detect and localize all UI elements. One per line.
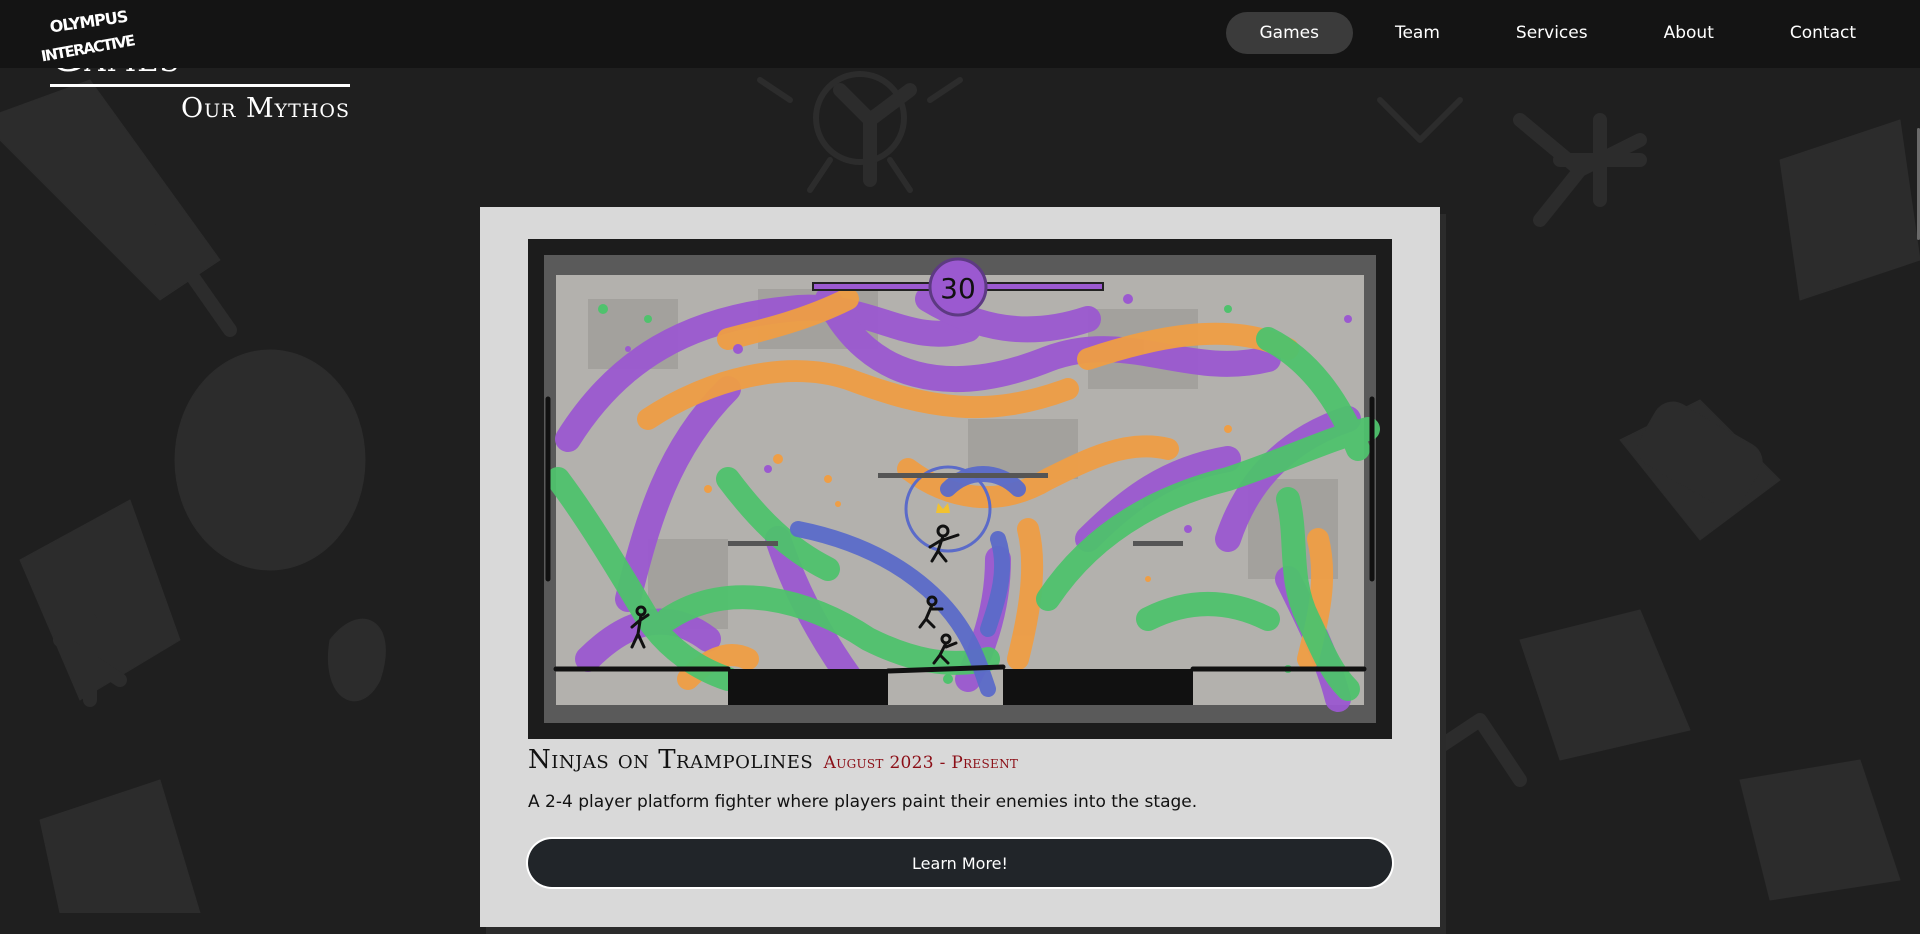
game-date: August 2023 - Present xyxy=(823,753,1019,773)
game-scene: 30 xyxy=(528,239,1392,739)
game-title: Ninjas on Trampolines xyxy=(528,745,814,775)
round-timer: 30 xyxy=(940,272,976,305)
svg-text:OLYMPUS: OLYMPUS xyxy=(49,7,129,37)
nav-contact[interactable]: Contact xyxy=(1756,12,1890,54)
nav-games[interactable]: Games xyxy=(1225,12,1353,54)
olympus-interactive-logo[interactable]: OLYMPUS INTERACTIVE xyxy=(40,5,140,66)
learn-more-button[interactable]: Learn More! xyxy=(528,839,1392,887)
main-nav: Games Team Services About Contact xyxy=(1225,12,1891,54)
game-card: 30 Ninjas on Trampolines August 2023 - P… xyxy=(480,207,1440,927)
nav-about[interactable]: About xyxy=(1630,12,1748,54)
top-navbar: OLYMPUS INTERACTIVE Games Team Services … xyxy=(0,0,1920,68)
logo-wordmark: OLYMPUS INTERACTIVE xyxy=(40,7,137,66)
game-title-row: Ninjas on Trampolines August 2023 - Pres… xyxy=(528,745,1018,775)
svg-text:INTERACTIVE: INTERACTIVE xyxy=(40,31,137,65)
game-screenshot: 30 xyxy=(528,239,1392,739)
nav-team[interactable]: Team xyxy=(1361,12,1474,54)
nav-services[interactable]: Services xyxy=(1482,12,1622,54)
page-subtitle: Our Mythos xyxy=(180,93,350,124)
game-description: A 2-4 player platform fighter where play… xyxy=(528,792,1198,812)
